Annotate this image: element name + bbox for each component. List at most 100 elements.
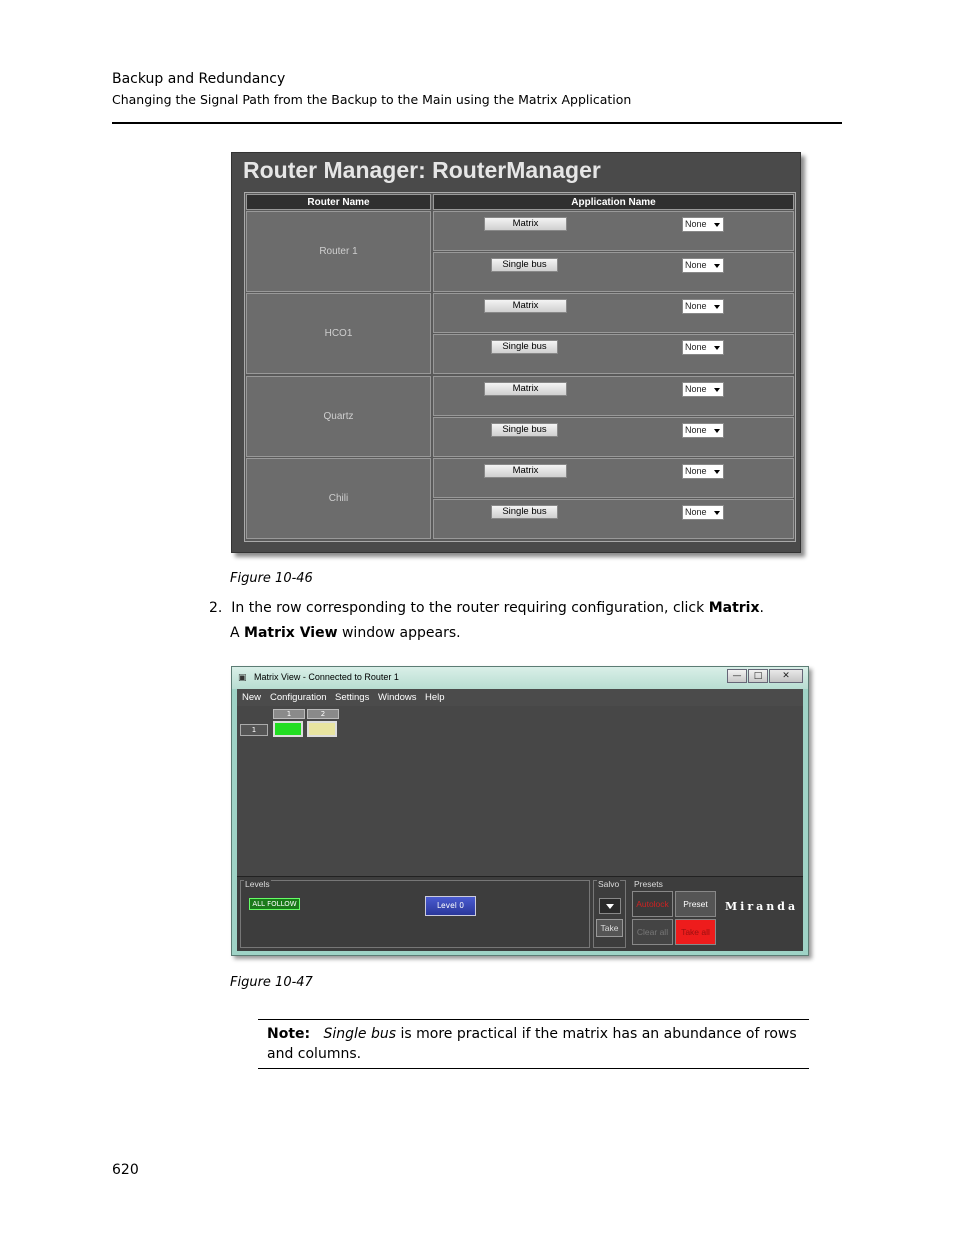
- chevron-down-icon: [714, 305, 720, 309]
- crosspoint-cell[interactable]: [273, 721, 303, 737]
- clear-all-button[interactable]: Clear all: [632, 919, 673, 945]
- preset-button[interactable]: Preset: [675, 891, 716, 917]
- router-manager-figure: Router Manager: RouterManager Router Nam…: [231, 152, 801, 553]
- router-name-header: Router Name: [246, 194, 431, 210]
- menu-configuration[interactable]: Configuration: [270, 692, 327, 703]
- menu-help[interactable]: Help: [425, 692, 445, 703]
- step-text: In the row corresponding to the router r…: [231, 600, 709, 616]
- app-row: Single bus None: [433, 252, 794, 292]
- window-title: Matrix View - Connected to Router 1: [254, 672, 399, 682]
- minimize-button[interactable]: —: [727, 669, 747, 683]
- chevron-down-icon: [714, 429, 720, 433]
- step-2-result: A Matrix View window appears.: [230, 625, 461, 641]
- app-select[interactable]: None: [682, 423, 724, 438]
- single-bus-button[interactable]: Single bus: [491, 505, 558, 519]
- router-manager-title: Router Manager: RouterManager: [243, 157, 601, 183]
- menu-bar: New Configuration Settings Windows Help: [237, 689, 803, 706]
- row-header[interactable]: 1: [240, 724, 268, 736]
- note-italic: Single bus: [323, 1026, 397, 1042]
- step-bold: Matrix: [708, 600, 760, 616]
- salvo-group: Salvo: [593, 879, 626, 948]
- matrix-grid: 1 2 1: [237, 706, 803, 877]
- app-row: Matrix None: [433, 211, 794, 251]
- app-row: Matrix None: [433, 458, 794, 498]
- app-select[interactable]: None: [682, 340, 724, 355]
- select-value: None: [685, 507, 707, 517]
- app-row: Single bus None: [433, 334, 794, 374]
- column-header[interactable]: 2: [307, 709, 339, 719]
- app-select[interactable]: None: [682, 505, 724, 520]
- select-value: None: [685, 425, 707, 435]
- column-header[interactable]: 1: [273, 709, 305, 719]
- select-value: None: [685, 260, 707, 270]
- salvo-label: Salvo: [597, 879, 621, 889]
- chevron-down-icon: [606, 904, 614, 909]
- result-text-end: window appears.: [337, 625, 461, 641]
- matrix-view-content: New Configuration Settings Windows Help …: [237, 689, 803, 951]
- control-panel: Levels ALL FOLLOW Level 0 Salvo Take Pre…: [237, 877, 803, 951]
- app-row: Single bus None: [433, 417, 794, 457]
- step-2: 2. In the row corresponding to the route…: [209, 600, 764, 616]
- level-0-button[interactable]: Level 0: [425, 896, 476, 916]
- miranda-logo: Miranda: [725, 900, 799, 913]
- note-box: Note: Single bus is more practical if th…: [258, 1019, 809, 1069]
- app-row: Matrix None: [433, 376, 794, 416]
- chevron-down-icon: [714, 511, 720, 515]
- figure-caption: Figure 10-46: [230, 571, 313, 586]
- close-button[interactable]: ✕: [769, 669, 803, 683]
- all-follow-button[interactable]: ALL FOLLOW: [249, 898, 300, 910]
- presets-label: Presets: [633, 879, 664, 889]
- menu-new[interactable]: New: [242, 692, 261, 703]
- note-text: Note: Single bus is more practical if th…: [267, 1024, 797, 1064]
- salvo-dropdown[interactable]: [599, 898, 621, 914]
- app-select[interactable]: None: [682, 382, 724, 397]
- take-all-button[interactable]: Take all: [675, 919, 716, 945]
- select-value: None: [685, 219, 707, 229]
- select-value: None: [685, 384, 707, 394]
- crosspoint-cell[interactable]: [307, 721, 337, 737]
- router-name-cell: Quartz: [246, 376, 431, 457]
- app-select[interactable]: None: [682, 299, 724, 314]
- header-rule: [112, 122, 842, 124]
- result-bold: Matrix View: [244, 625, 338, 641]
- matrix-button[interactable]: Matrix: [484, 464, 567, 478]
- menu-windows[interactable]: Windows: [378, 692, 417, 703]
- app-row: Single bus None: [433, 499, 794, 539]
- app-select[interactable]: None: [682, 258, 724, 273]
- take-button[interactable]: Take: [596, 919, 623, 937]
- maximize-button[interactable]: □: [748, 669, 768, 683]
- select-value: None: [685, 466, 707, 476]
- single-bus-button[interactable]: Single bus: [491, 340, 558, 354]
- step-number: 2.: [209, 600, 223, 616]
- router-name-cell: HCO1: [246, 293, 431, 374]
- levels-group: Levels ALL FOLLOW Level 0: [240, 879, 590, 948]
- figure-caption: Figure 10-47: [230, 975, 313, 990]
- chevron-down-icon: [714, 346, 720, 350]
- app-icon: ▣: [238, 673, 247, 683]
- running-header-subtitle: Changing the Signal Path from the Backup…: [112, 92, 632, 107]
- menu-settings[interactable]: Settings: [335, 692, 369, 703]
- router-table: Router Name Application Name Router 1 Ma…: [244, 192, 796, 542]
- chevron-down-icon: [714, 388, 720, 392]
- chevron-down-icon: [714, 470, 720, 474]
- single-bus-button[interactable]: Single bus: [491, 258, 558, 272]
- window-titlebar[interactable]: ▣ Matrix View - Connected to Router 1 — …: [232, 667, 808, 689]
- select-value: None: [685, 342, 707, 352]
- running-header-title: Backup and Redundancy: [112, 71, 286, 87]
- matrix-button[interactable]: Matrix: [484, 299, 567, 313]
- note-label: Note:: [267, 1026, 311, 1042]
- page-number: 620: [112, 1162, 139, 1178]
- levels-label: Levels: [244, 879, 271, 889]
- app-select[interactable]: None: [682, 464, 724, 479]
- matrix-button[interactable]: Matrix: [484, 217, 567, 231]
- matrix-view-window: ▣ Matrix View - Connected to Router 1 — …: [231, 666, 809, 956]
- chevron-down-icon: [714, 223, 720, 227]
- application-name-header: Application Name: [433, 194, 794, 210]
- app-row: Matrix None: [433, 293, 794, 333]
- router-name-cell: Router 1: [246, 211, 431, 292]
- matrix-button[interactable]: Matrix: [484, 382, 567, 396]
- single-bus-button[interactable]: Single bus: [491, 423, 558, 437]
- result-text: A: [230, 625, 245, 641]
- app-select[interactable]: None: [682, 217, 724, 232]
- autolock-button[interactable]: Autolock: [632, 891, 673, 917]
